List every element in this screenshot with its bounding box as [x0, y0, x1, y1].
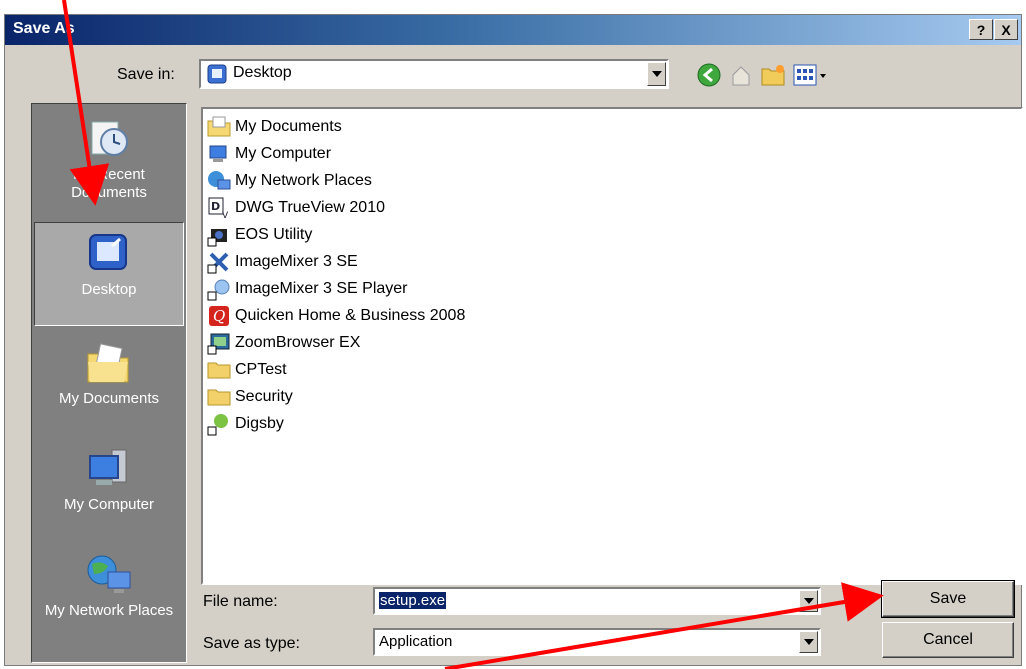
folder-icon: [207, 389, 231, 406]
folder-icon: [207, 362, 231, 379]
my-computer-icon: [89, 449, 127, 485]
cancel-button[interactable]: Cancel: [882, 622, 1014, 658]
list-item[interactable]: EOS Utility: [207, 222, 312, 248]
list-item[interactable]: My Computer: [207, 141, 331, 167]
desktop-icon: [89, 234, 127, 270]
save-as-type-label: Save as type:: [203, 635, 300, 652]
save-button[interactable]: Save: [881, 580, 1015, 618]
my-documents-icon: [87, 343, 129, 383]
list-item[interactable]: Q Quicken Home & Business 2008: [207, 303, 465, 329]
list-item[interactable]: Security: [207, 384, 293, 410]
views-icon[interactable]: [791, 61, 831, 89]
file-list[interactable]: My Documents My Computer My Network Plac…: [201, 107, 1023, 585]
place-my-computer[interactable]: My Computer: [34, 438, 184, 542]
file-name-label: File name:: [203, 593, 278, 610]
svg-text:D: D: [211, 200, 220, 213]
network-places-icon: [87, 555, 131, 593]
save-as-type-value: Application: [379, 633, 453, 650]
file-name-combo[interactable]: setup.exe: [373, 587, 821, 615]
quicken-icon: Q: [209, 306, 229, 326]
list-item[interactable]: ImageMixer 3 SE Player: [207, 276, 408, 302]
digsby-icon: [207, 414, 228, 436]
svg-text:V: V: [222, 211, 229, 220]
help-button[interactable]: ?: [969, 19, 993, 40]
place-recent-documents[interactable]: My Recent Documents: [34, 108, 184, 212]
list-item[interactable]: CPTest: [207, 357, 287, 383]
save-in-label: Save in:: [117, 66, 175, 83]
list-item[interactable]: My Documents: [207, 114, 342, 140]
chevron-down-icon[interactable]: [799, 631, 818, 653]
places-bar: My Recent Documents Desktop My Documents: [31, 103, 187, 663]
place-my-documents[interactable]: My Documents: [34, 332, 184, 436]
eos-utility-icon: [207, 229, 227, 247]
imagemixer-icon: [207, 252, 229, 274]
place-desktop[interactable]: Desktop: [34, 222, 184, 326]
recent-documents-icon: [91, 121, 128, 156]
list-item[interactable]: D V DWG TrueView 2010: [207, 195, 385, 221]
list-item[interactable]: ZoomBrowser EX: [207, 330, 360, 356]
imagemixer-player-icon: [207, 279, 230, 301]
dwg-trueview-icon: D V: [208, 197, 229, 220]
save-as-type-dropdown[interactable]: Application: [373, 628, 821, 656]
file-name-input[interactable]: setup.exe: [379, 592, 447, 609]
save-as-dialog: Save As ? X Save in: Desktop My Recent D…: [4, 14, 1023, 666]
up-folder-icon[interactable]: [727, 61, 755, 89]
list-item[interactable]: ImageMixer 3 SE: [207, 249, 358, 275]
my-computer-icon: [209, 145, 227, 162]
chevron-down-icon[interactable]: [799, 590, 818, 612]
new-folder-icon[interactable]: [759, 61, 787, 89]
save-in-value: Desktop: [233, 64, 292, 81]
back-icon[interactable]: [695, 61, 723, 89]
save-in-dropdown[interactable]: Desktop: [199, 59, 669, 89]
chevron-down-icon[interactable]: [647, 62, 666, 86]
place-network-places[interactable]: My Network Places: [34, 544, 184, 648]
desktop-icon: [207, 64, 227, 84]
window-title: Save As: [13, 20, 75, 37]
list-item[interactable]: My Network Places: [207, 168, 372, 194]
network-places-icon: [208, 171, 231, 190]
list-item[interactable]: Digsby: [207, 411, 284, 437]
my-documents-icon: [207, 116, 231, 137]
close-button[interactable]: X: [994, 19, 1018, 40]
title-bar[interactable]: Save As ? X: [5, 15, 1021, 45]
svg-text:Q: Q: [213, 307, 225, 325]
zoombrowser-icon: [207, 333, 230, 355]
